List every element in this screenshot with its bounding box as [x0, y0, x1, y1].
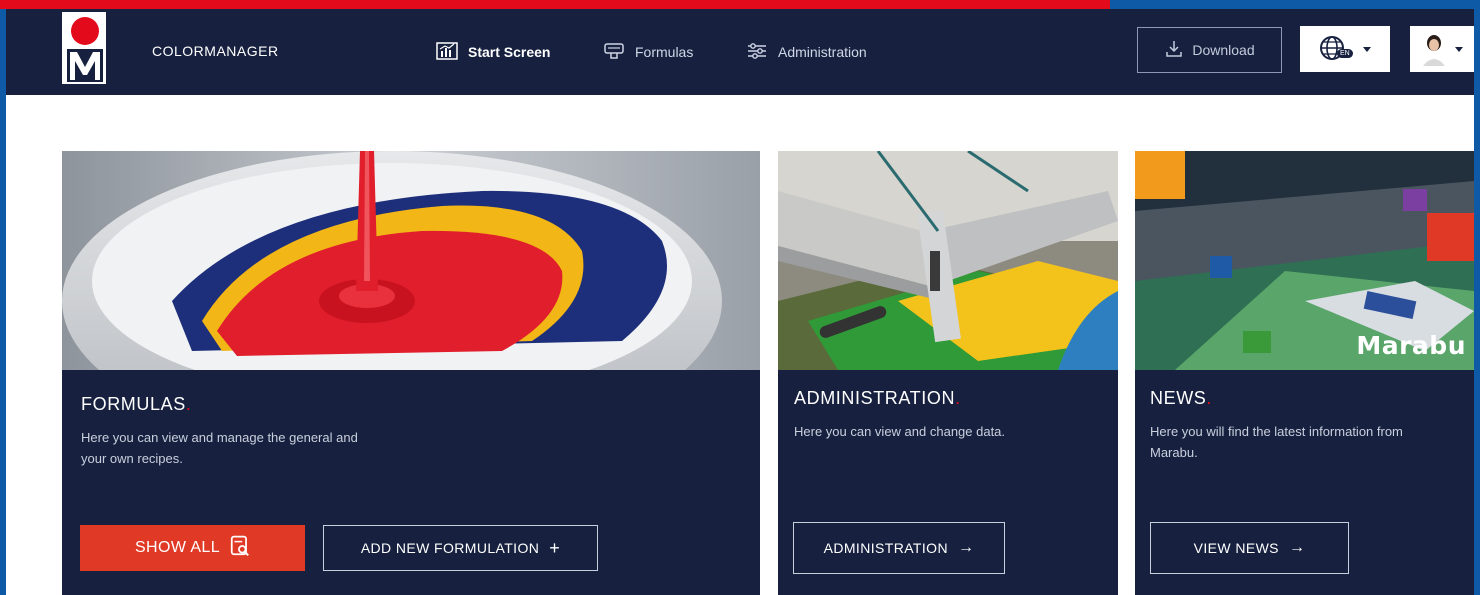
- formulas-card-description: Here you can view and manage the general…: [81, 430, 358, 466]
- add-new-formulation-button[interactable]: ADD NEW FORMULATION +: [323, 525, 598, 571]
- avatar: [1421, 32, 1447, 66]
- app-title: COLORMANAGER: [152, 43, 279, 59]
- sliders-icon: [746, 41, 768, 64]
- top-header: COLORMANAGER Start Screen Formulas Admin…: [6, 9, 1474, 95]
- paint-tray-icon: [603, 41, 625, 64]
- show-all-label: SHOW ALL: [134, 539, 220, 556]
- main-content: FORMULAS. Here you can view and manage t…: [6, 95, 1474, 595]
- administration-button[interactable]: ADMINISTRATION →: [793, 522, 1005, 574]
- arrow-right-icon: →: [957, 539, 975, 556]
- news-printing-image: Marabu: [1135, 151, 1474, 370]
- news-card: Marabu NEWS. Here you will find the late…: [1135, 151, 1474, 595]
- arrow-right-icon: →: [1288, 539, 1306, 556]
- chevron-down-icon: [1455, 46, 1463, 52]
- download-label: Download: [1192, 42, 1255, 58]
- screen-printing-machine-image: [778, 151, 1118, 370]
- show-all-button[interactable]: SHOW ALL: [80, 525, 305, 571]
- administration-button-label: ADMINISTRATION: [823, 540, 948, 556]
- marabu-logo[interactable]: [62, 12, 106, 84]
- user-menu[interactable]: [1410, 26, 1474, 72]
- logo-m-mark: [67, 49, 103, 82]
- chevron-down-icon: [1363, 46, 1371, 52]
- download-icon: [1164, 39, 1184, 62]
- chart-icon: [436, 41, 458, 64]
- paint-pour-image: [62, 151, 760, 370]
- nav-formulas[interactable]: Formulas: [603, 40, 693, 64]
- administration-card-title: ADMINISTRATION.: [794, 388, 961, 408]
- globe-icon: EN: [1319, 35, 1357, 63]
- download-button[interactable]: Download: [1137, 27, 1282, 73]
- logo-red-dot: [71, 17, 99, 45]
- nav-formulas-label: Formulas: [635, 44, 694, 60]
- document-search-icon: [230, 535, 250, 562]
- view-news-label: VIEW NEWS: [1193, 540, 1279, 556]
- news-card-description: Here you will find the latest informatio…: [1150, 424, 1403, 460]
- language-code-badge: EN: [1337, 49, 1353, 58]
- nav-administration-label: Administration: [778, 44, 867, 60]
- administration-card: ADMINISTRATION. Here you can view and ch…: [778, 151, 1118, 595]
- add-new-formulation-label: ADD NEW FORMULATION: [360, 540, 540, 556]
- plus-icon: +: [549, 537, 561, 558]
- top-accent-bar-red: [0, 0, 1110, 9]
- nav-start-screen[interactable]: Start Screen: [436, 40, 550, 64]
- nav-start-screen-label: Start Screen: [468, 44, 551, 60]
- news-card-title: NEWS.: [1150, 388, 1213, 408]
- administration-card-description: Here you can view and change data.: [794, 424, 1006, 439]
- view-news-button[interactable]: VIEW NEWS →: [1150, 522, 1349, 574]
- formulas-card: FORMULAS. Here you can view and manage t…: [62, 151, 760, 595]
- language-selector[interactable]: EN: [1300, 26, 1390, 72]
- nav-administration[interactable]: Administration: [746, 40, 867, 64]
- formulas-card-title: FORMULAS.: [81, 394, 192, 414]
- marabu-brand-text: Marabu: [1356, 331, 1466, 360]
- top-accent-bar-blue: [1110, 0, 1480, 9]
